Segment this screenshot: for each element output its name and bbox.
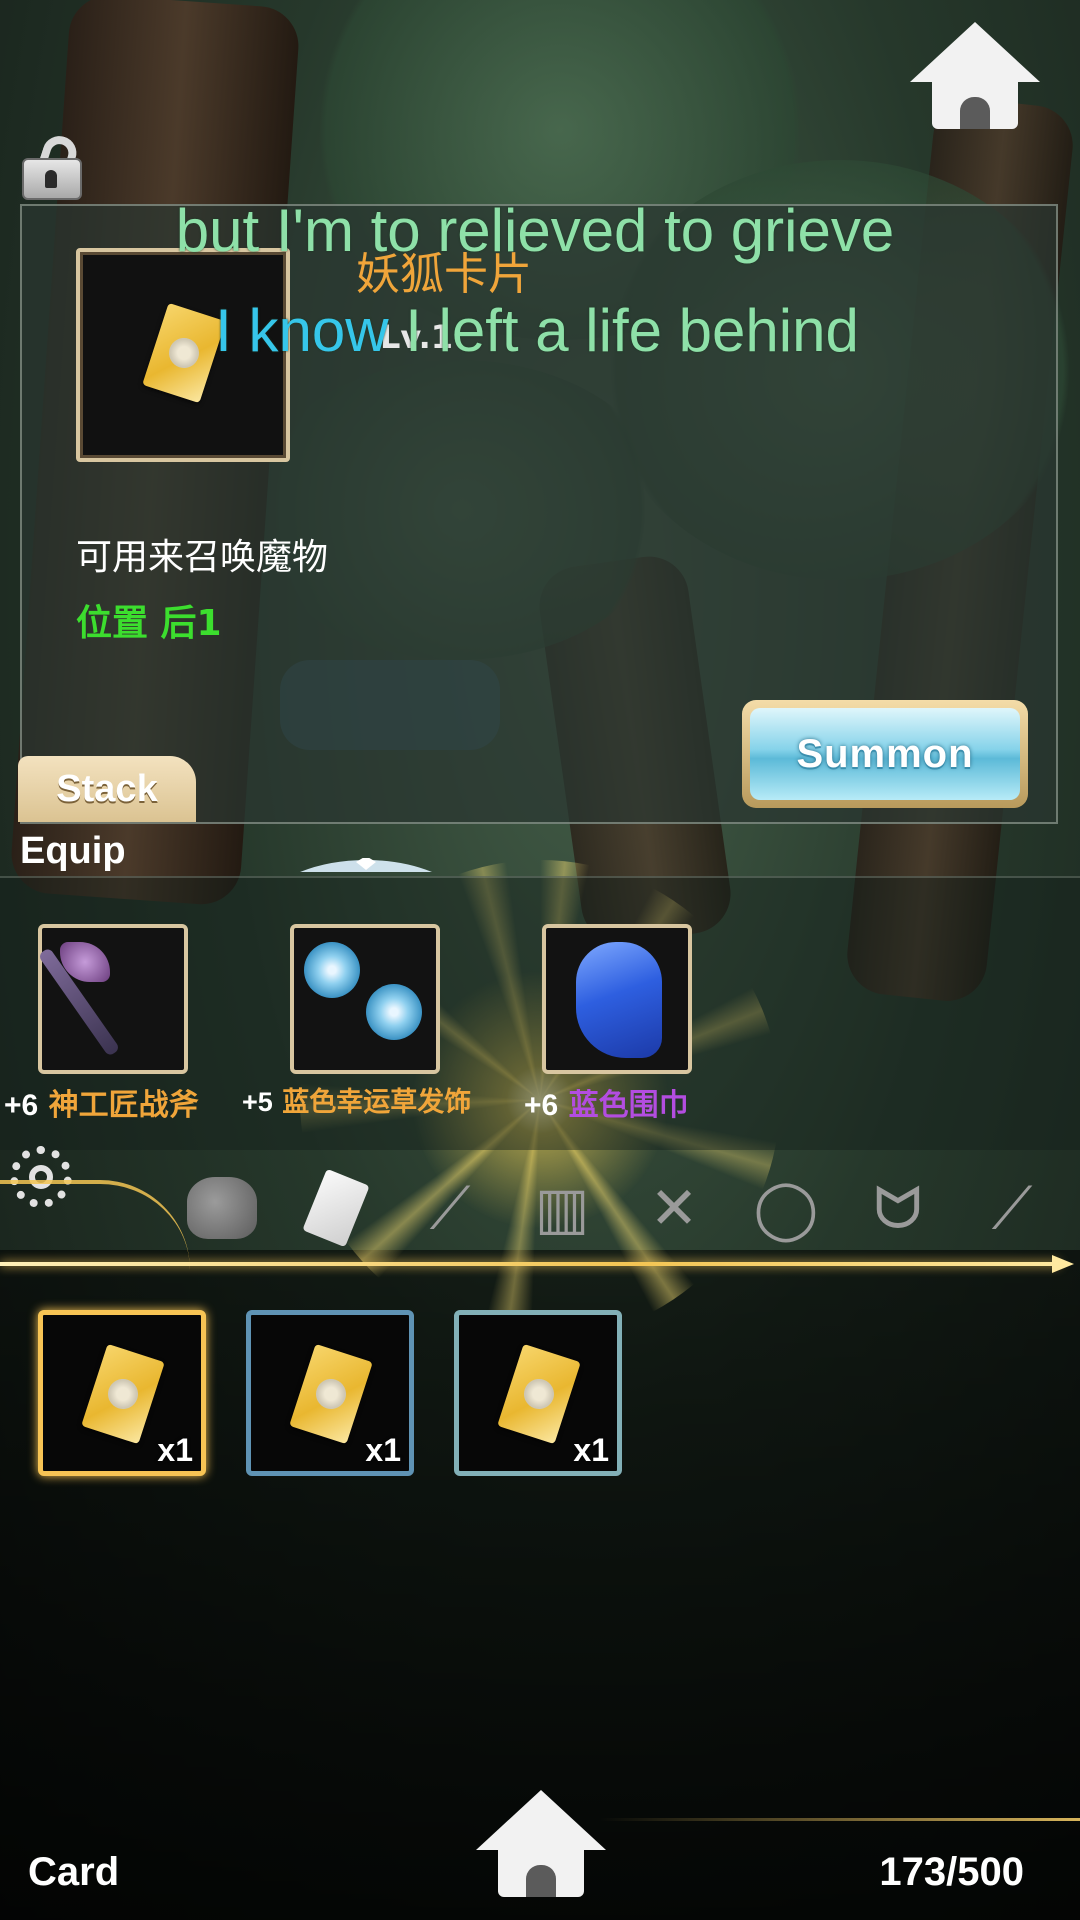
equip-label-weapon: +6 神工匠战斧 <box>4 1080 199 1124</box>
equip-slot-weapon[interactable] <box>37 924 188 1074</box>
home-icon <box>910 22 1040 130</box>
bag-capacity: 173/500 <box>879 1850 1024 1894</box>
card-icon <box>81 1343 165 1445</box>
tab-ring[interactable]: ◯ <box>746 1168 826 1248</box>
card-icon <box>302 1168 370 1248</box>
enhance-level: +6 <box>524 1089 559 1122</box>
card-icon <box>289 1343 373 1445</box>
tab-bag[interactable] <box>182 1168 262 1248</box>
item-description: 可用来召唤魔物 <box>76 537 329 578</box>
home-button[interactable] <box>910 22 1040 130</box>
lyric-line-1: but I'm to relieved to grieve <box>175 197 895 264</box>
item-count: x1 <box>573 1432 609 1468</box>
item-count: x1 <box>157 1432 193 1468</box>
tab-cooking[interactable]: ✕ <box>634 1168 714 1248</box>
sword-icon: ⟋ <box>991 1173 1033 1242</box>
footer-divider <box>600 1818 1080 1821</box>
unlock-icon[interactable] <box>20 130 84 200</box>
summon-label: Summon <box>796 731 974 776</box>
stack-tab[interactable]: Stack <box>18 756 196 822</box>
card-icon <box>497 1343 581 1445</box>
clover-hairpin-icon <box>304 942 360 998</box>
lyric-line-2: I know I left a life behind <box>0 296 1077 365</box>
tab-underline <box>0 1255 1074 1273</box>
equip-name: 蓝色围巾 <box>568 1088 689 1123</box>
bag-item-slot[interactable]: x1 <box>454 1310 622 1476</box>
item-position: 位置 后1 <box>76 603 222 644</box>
equip-name: 蓝色幸运草发饰 <box>282 1087 472 1118</box>
home-icon <box>476 1790 606 1898</box>
equip-label-scarf: +6 蓝色围巾 <box>524 1080 689 1124</box>
cat-ears-icon: ᗢ <box>873 1173 923 1242</box>
ring-icon: ◯ <box>753 1174 819 1242</box>
carrot-icon: ⟋ <box>429 1173 471 1242</box>
tab-card[interactable] <box>296 1168 376 1248</box>
equip-title: Equip <box>20 830 126 872</box>
tab-food[interactable]: ⟋ <box>410 1168 490 1248</box>
equip-slot-scarf[interactable] <box>542 924 692 1074</box>
tab-headwear[interactable]: ᗢ <box>858 1168 938 1248</box>
bottom-home-button[interactable] <box>476 1790 606 1898</box>
stack-label: Stack <box>56 767 158 810</box>
tab-book[interactable]: ▥ <box>522 1168 602 1248</box>
lyric-rest: I left a life behind <box>388 297 859 364</box>
category-title: Card <box>28 1850 120 1894</box>
bag-item-slot[interactable]: x1 <box>246 1310 414 1476</box>
blue-scarf-icon <box>576 942 662 1058</box>
equip-name: 神工匠战斧 <box>48 1088 199 1123</box>
equip-slot-hairpin[interactable] <box>290 924 440 1074</box>
bag-item-slot[interactable]: x1 <box>38 1310 206 1476</box>
enhance-level: +5 <box>242 1087 273 1117</box>
equip-label-hairpin: +5 蓝色幸运草发饰 <box>242 1080 471 1119</box>
cutlery-icon: ✕ <box>649 1174 699 1242</box>
summon-button[interactable]: Summon <box>742 700 1028 808</box>
enhance-level: +6 <box>4 1089 39 1122</box>
ornament-icon <box>300 858 432 872</box>
item-count: x1 <box>365 1432 401 1468</box>
bag-icon <box>187 1177 257 1239</box>
book-icon: ▥ <box>534 1174 590 1242</box>
lyric-highlight: I know <box>215 297 389 364</box>
tab-weapon[interactable]: ⟋ <box>972 1168 1052 1248</box>
